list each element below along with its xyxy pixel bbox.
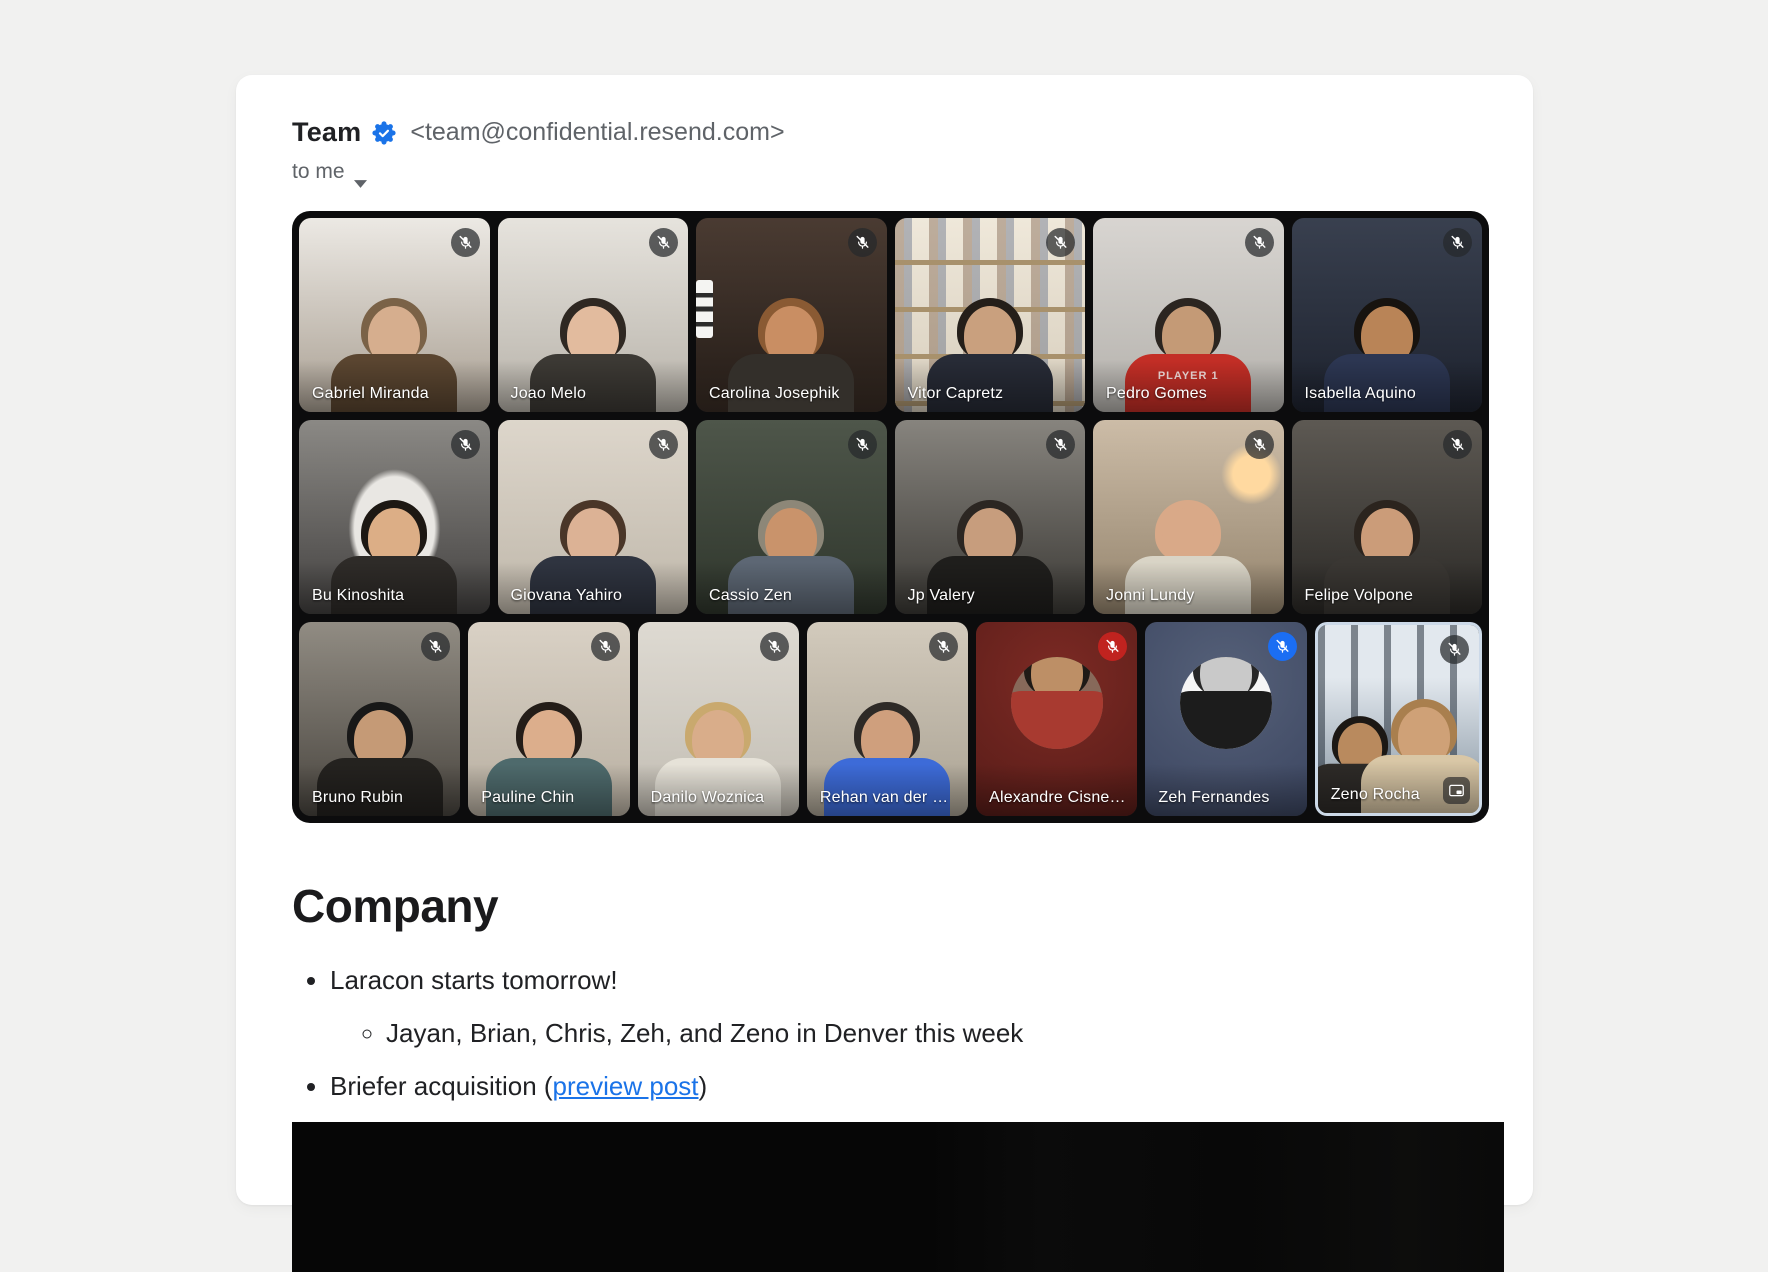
mic-muted-icon bbox=[1046, 228, 1075, 257]
bullet-laracon: Laracon starts tomorrow! Jayan, Brian, C… bbox=[330, 963, 1489, 1050]
mic-muted-icon bbox=[929, 632, 958, 661]
participant-tile-gabriel-miranda: Gabriel Miranda bbox=[299, 218, 490, 412]
participant-name: Gabriel Miranda bbox=[312, 385, 429, 403]
mic-muted-icon bbox=[649, 430, 678, 459]
participant-tile-giovana-yahiro: Giovana Yahiro bbox=[498, 420, 689, 614]
participant-tile-danilo-woznica: Danilo Woznica bbox=[638, 622, 799, 816]
bullet-briefer: Briefer acquisition (preview post) bbox=[330, 1069, 1489, 1103]
participant-name: Pedro Gomes bbox=[1106, 385, 1207, 403]
participant-tile-joao-melo: Joao Melo bbox=[498, 218, 689, 412]
participant-name: Pauline Chin bbox=[481, 789, 574, 807]
avatar bbox=[1011, 657, 1103, 749]
participant-tile-zeno-rocha: Zeno Rocha bbox=[1315, 622, 1482, 816]
participant-tile-vitor-capretz: Vitor Capretz bbox=[895, 218, 1086, 412]
participant-name: Zeh Fernandes bbox=[1158, 789, 1269, 807]
participant-name: Felipe Volpone bbox=[1305, 587, 1414, 605]
participant-name: Jonni Lundy bbox=[1106, 587, 1195, 605]
company-heading: Company bbox=[292, 879, 1489, 933]
mic-muted-icon bbox=[451, 430, 480, 459]
mic-muted-icon bbox=[649, 228, 678, 257]
avatar bbox=[1180, 657, 1272, 749]
bottom-image bbox=[292, 1122, 1504, 1272]
participant-tile-jp-valery: Jp Valery bbox=[895, 420, 1086, 614]
meet-call-screenshot: Gabriel Miranda Joao Melo Carolina Josephi… bbox=[292, 211, 1489, 823]
email-card: Team <team@confidential.resend.com> to m… bbox=[236, 75, 1533, 1205]
participant-name: Cassio Zen bbox=[709, 587, 792, 605]
participant-name: Giovana Yahiro bbox=[511, 587, 623, 605]
mic-muted-icon bbox=[1245, 430, 1274, 459]
participant-name: Isabella Aquino bbox=[1305, 385, 1417, 403]
bullet-list: Laracon starts tomorrow! Jayan, Brian, C… bbox=[292, 963, 1489, 1103]
mic-muted-icon bbox=[591, 632, 620, 661]
participant-name: Bruno Rubin bbox=[312, 789, 403, 807]
participant-tile-pedro-gomes: PLAYER 1Pedro Gomes bbox=[1093, 218, 1284, 412]
mic-muted-icon bbox=[1268, 632, 1297, 661]
participant-tile-rehan-van-der-me: Rehan van der Me... bbox=[807, 622, 968, 816]
grid-row: Bu Kinoshita Giovana Yahiro Cassio Zen Jp V… bbox=[299, 420, 1482, 614]
mic-muted-icon bbox=[848, 430, 877, 459]
participant-tile-alexandre-cisneir: Alexandre Cisneir... bbox=[976, 622, 1137, 816]
participant-name: Joao Melo bbox=[511, 385, 587, 403]
chevron-down-icon bbox=[354, 170, 367, 178]
mic-muted-icon bbox=[1046, 430, 1075, 459]
participant-name: Zeno Rocha bbox=[1331, 786, 1420, 804]
participant-name: Rehan van der Me... bbox=[820, 789, 957, 807]
participant-tile-cassio-zen: Cassio Zen bbox=[696, 420, 887, 614]
grid-row: Gabriel Miranda Joao Melo Carolina Josephi… bbox=[299, 218, 1482, 412]
participant-name: Danilo Woznica bbox=[651, 789, 765, 807]
participant-name: Carolina Josephik bbox=[709, 385, 840, 403]
recipient-label: to me bbox=[292, 160, 345, 184]
participant-name: Vitor Capretz bbox=[908, 385, 1004, 403]
participant-tile-isabella-aquino: Isabella Aquino bbox=[1292, 218, 1483, 412]
mic-muted-icon bbox=[848, 228, 877, 257]
pip-icon bbox=[1443, 777, 1470, 804]
mic-muted-icon bbox=[1440, 635, 1469, 664]
participant-tile-pauline-chin: Pauline Chin bbox=[468, 622, 629, 816]
mic-muted-icon bbox=[1443, 430, 1472, 459]
participant-name: Jp Valery bbox=[908, 587, 975, 605]
mic-muted-icon bbox=[760, 632, 789, 661]
mic-muted-icon bbox=[1443, 228, 1472, 257]
participant-tile-felipe-volpone: Felipe Volpone bbox=[1292, 420, 1483, 614]
grid-row: Bruno Rubin Pauline Chin Danilo Woznica Reh… bbox=[299, 622, 1482, 816]
preview-post-link[interactable]: preview post bbox=[553, 1071, 699, 1101]
participant-tile-bruno-rubin: Bruno Rubin bbox=[299, 622, 460, 816]
verified-badge-icon bbox=[372, 121, 396, 145]
recipient-dropdown[interactable]: to me bbox=[292, 160, 367, 184]
person-figure bbox=[1011, 657, 1103, 749]
email-header: Team <team@confidential.resend.com> bbox=[292, 117, 1489, 148]
person-figure bbox=[1180, 657, 1272, 749]
participant-name: Bu Kinoshita bbox=[312, 587, 404, 605]
mic-muted-icon bbox=[1245, 228, 1274, 257]
bullet-denver: Jayan, Brian, Chris, Zeh, and Zeno in De… bbox=[386, 1016, 1489, 1050]
participant-tile-zeh-fernandes: Zeh Fernandes bbox=[1145, 622, 1306, 816]
participant-tile-jonni-lundy: Jonni Lundy bbox=[1093, 420, 1284, 614]
sender-email: <team@confidential.resend.com> bbox=[410, 118, 784, 147]
participant-name: Alexandre Cisneir... bbox=[989, 789, 1126, 807]
participant-tile-bu-kinoshita: Bu Kinoshita bbox=[299, 420, 490, 614]
participant-tile-carolina-josephik: Carolina Josephik bbox=[696, 218, 887, 412]
sender-name: Team bbox=[292, 117, 361, 148]
mic-muted-icon bbox=[451, 228, 480, 257]
